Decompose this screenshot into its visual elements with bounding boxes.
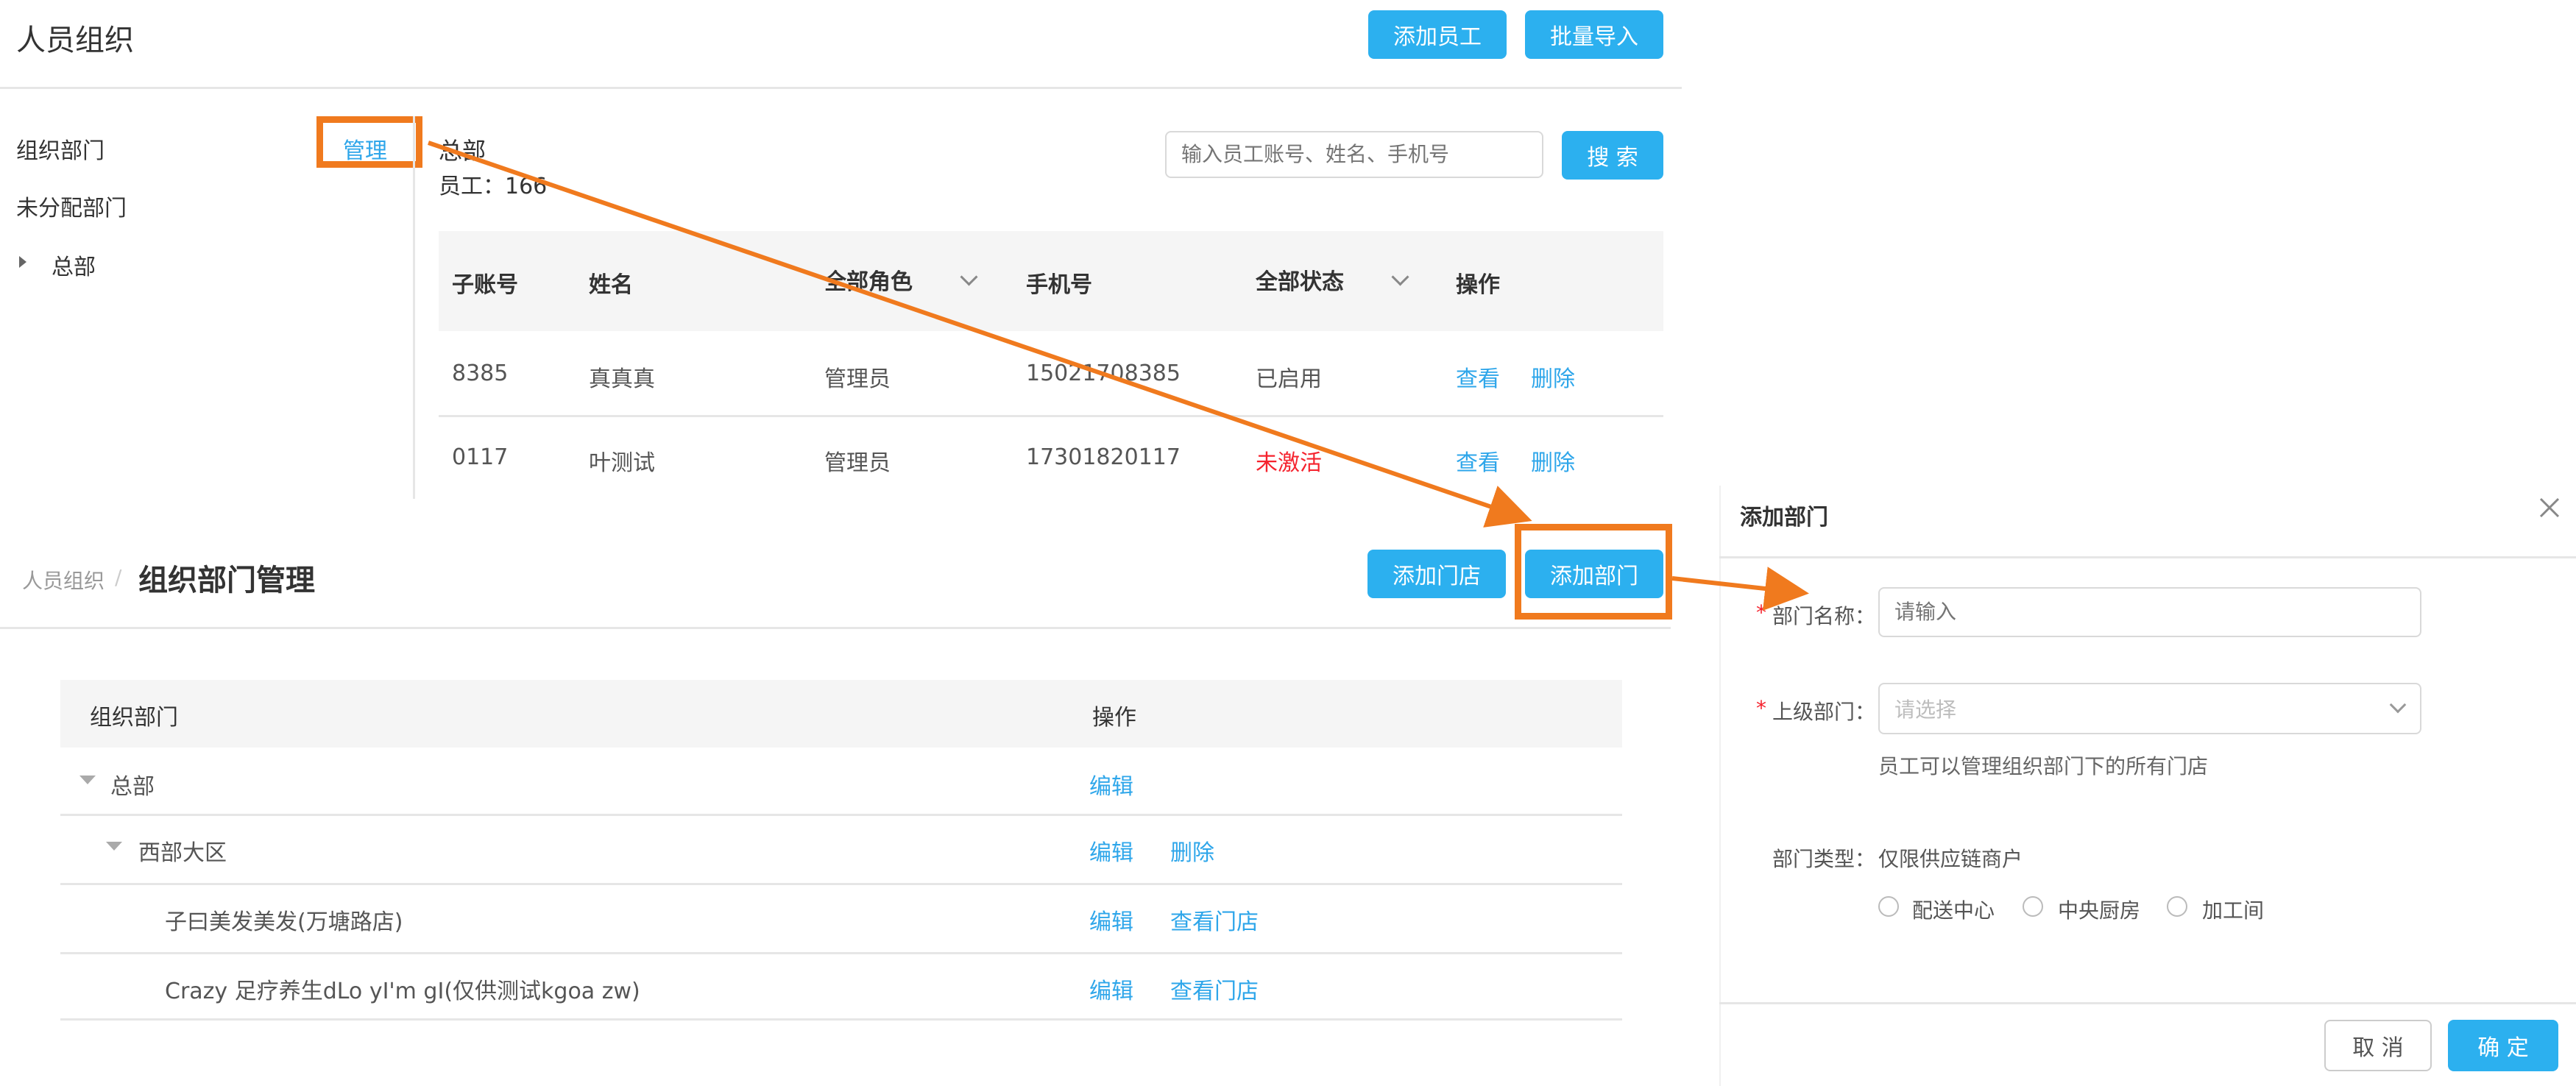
annotation-arrows <box>428 141 1809 611</box>
arrow-manage-to-add-dept <box>428 141 1532 528</box>
arrow-add-dept-to-dialog <box>1671 567 1809 611</box>
